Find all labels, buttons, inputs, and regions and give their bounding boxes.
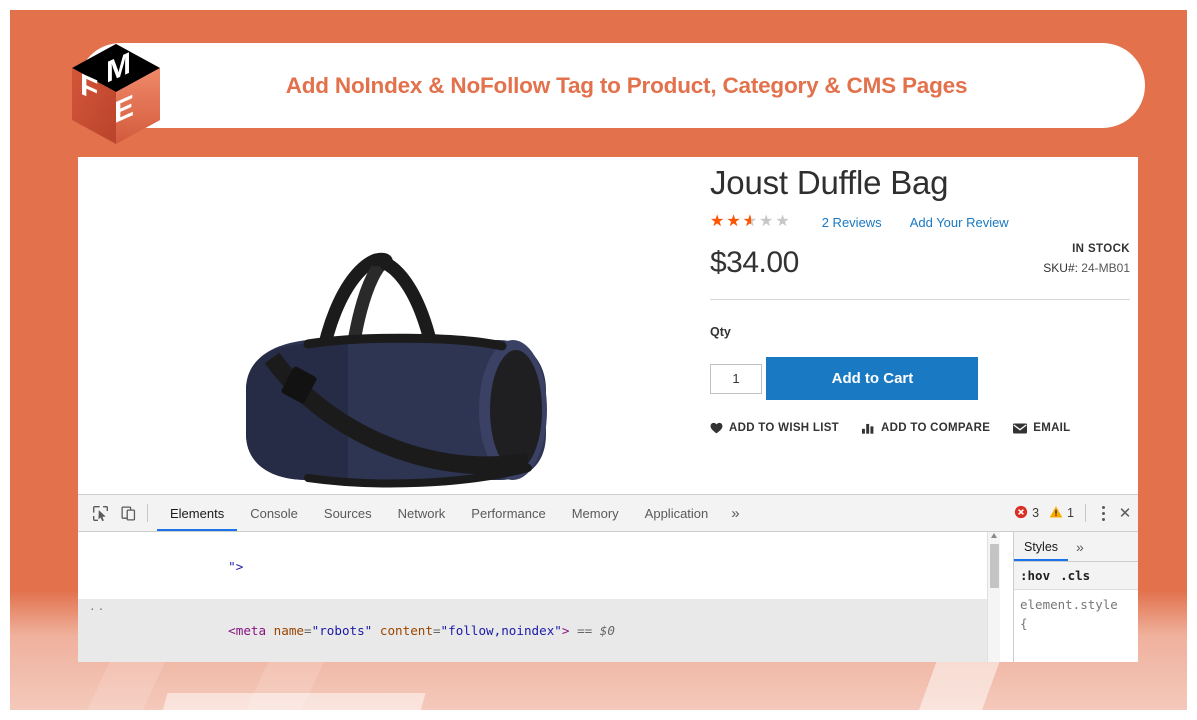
more-tabs-icon[interactable]: » [721, 495, 749, 531]
reviews-link[interactable]: 2 Reviews [822, 215, 882, 230]
meta-robots-attr1-name: name [273, 623, 305, 638]
warning-counter[interactable]: 1 [1044, 505, 1079, 522]
duffle-bag-image [246, 252, 547, 488]
toolbar-separator [147, 504, 148, 522]
price-row: $34.00 IN STOCK SKU#: 24-MB01 [710, 241, 1130, 289]
toolbar-separator-right [1085, 504, 1086, 522]
add-to-compare-link[interactable]: ADD TO COMPARE [862, 422, 990, 434]
dom-line-0[interactable]: "> [78, 534, 1000, 599]
tab-styles[interactable]: Styles [1014, 532, 1068, 561]
tab-elements[interactable]: Elements [157, 495, 237, 531]
hov-toggle[interactable]: :hov [1020, 568, 1050, 583]
close-icon[interactable]: ✕ [1114, 499, 1136, 527]
tab-application[interactable]: Application [632, 495, 722, 531]
star-rating[interactable]: ★★★★★ ★★★★★ [710, 211, 792, 233]
sku-label: SKU#: [1043, 261, 1078, 276]
add-to-wishlist-link[interactable]: ADD TO WISH LIST [710, 422, 839, 434]
dom-tree[interactable]: "> ·· <meta name="robots" content="follow… [78, 532, 1000, 662]
stock-block: IN STOCK SKU#: 24-MB01 [1043, 241, 1130, 277]
fme-logo: F M E [68, 40, 164, 148]
devtools-body: "> ·· <meta name="robots" content="follow… [78, 532, 1138, 662]
heart-icon [710, 422, 723, 434]
meta-robots-attr1-value: "robots" [311, 623, 373, 638]
sku-value: 24-MB01 [1081, 261, 1130, 276]
product-image-area[interactable] [78, 157, 698, 494]
styles-more-icon[interactable]: » [1068, 539, 1092, 555]
styles-tabbar: Styles » [1014, 532, 1138, 562]
quantity-input[interactable] [710, 363, 762, 394]
compare-icon [862, 422, 875, 434]
styles-panel: Styles » :hov .cls element.style { [1013, 532, 1138, 662]
product-price: $34.00 [710, 246, 799, 280]
page-title: Add NoIndex & NoFollow Tag to Product, C… [285, 72, 968, 98]
add-to-wishlist-label: ADD TO WISH LIST [729, 422, 840, 435]
header-banner: Add NoIndex & NoFollow Tag to Product, C… [78, 43, 1145, 128]
email-link[interactable]: EMAIL [1013, 422, 1070, 434]
meta-robots-tag: <meta [228, 623, 267, 638]
devtools-panel: Elements Console Sources Network Perform… [78, 494, 1138, 662]
product-info: Joust Duffle Bag ★★★★★ ★★★★★ 2 Reviews A… [710, 164, 1130, 434]
qty-label: Qty [710, 325, 731, 340]
dom-line-selected[interactable]: ·· <meta name="robots" content="follow,no… [78, 598, 1000, 662]
product-title: Joust Duffle Bag [710, 164, 949, 201]
scroll-up-arrow-icon[interactable] [991, 533, 997, 538]
meta-robots-attr2-value: "follow,noindex" [440, 623, 562, 638]
devtools-toolbar: Elements Console Sources Network Perform… [78, 495, 1138, 532]
dom-line-0-text: "> [228, 558, 244, 574]
sku-line: SKU#: 24-MB01 [1043, 259, 1130, 277]
add-to-cart-button[interactable]: Add to Cart [766, 357, 979, 401]
element-style-rule[interactable]: element.style { [1014, 590, 1138, 633]
add-to-compare-label: ADD TO COMPARE [881, 422, 991, 435]
styles-filter-bar: :hov .cls [1014, 562, 1138, 590]
scrollbar-thumb[interactable] [990, 544, 999, 588]
screenshot-frame: Add NoIndex & NoFollow Tag to Product, C… [0, 0, 1197, 720]
tab-memory[interactable]: Memory [559, 495, 632, 531]
tab-console[interactable]: Console [237, 495, 311, 531]
warning-count: 1 [1067, 506, 1074, 520]
rating-row: ★★★★★ ★★★★★ 2 Reviews Add Your Review [710, 211, 1130, 233]
tab-performance[interactable]: Performance [458, 495, 558, 531]
selected-node-marker: == $0 [577, 623, 615, 638]
star-rating-filled: ★★★★★ [710, 213, 751, 231]
devtools-menu-icon[interactable] [1092, 499, 1114, 527]
warning-icon [1049, 505, 1063, 522]
dom-scrollbar[interactable] [987, 532, 1000, 662]
devtools-toolbar-right: 3 1 ✕ [1009, 495, 1136, 531]
error-counter[interactable]: 3 [1009, 505, 1044, 522]
error-count: 3 [1032, 506, 1040, 520]
tab-network[interactable]: Network [385, 495, 459, 531]
status-badge: IN STOCK [1072, 243, 1130, 256]
email-label: EMAIL [1033, 422, 1071, 435]
email-icon [1013, 423, 1028, 434]
promo-background: Add NoIndex & NoFollow Tag to Product, C… [10, 10, 1187, 710]
device-toolbar-icon[interactable] [114, 499, 142, 527]
divider [710, 299, 1130, 301]
error-icon [1014, 505, 1028, 522]
expand-dots-icon[interactable]: ·· [89, 604, 106, 615]
content-card: Joust Duffle Bag ★★★★★ ★★★★★ 2 Reviews A… [78, 157, 1138, 662]
inspect-cursor-icon[interactable] [86, 499, 114, 527]
add-review-link[interactable]: Add Your Review [910, 215, 1009, 230]
cls-toggle[interactable]: .cls [1060, 568, 1090, 583]
product-social-links: ADD TO WISH LIST ADD TO COMPARE EMAIL [710, 422, 1130, 434]
tab-sources[interactable]: Sources [311, 495, 385, 531]
meta-robots-attr2-name: content [379, 623, 433, 638]
